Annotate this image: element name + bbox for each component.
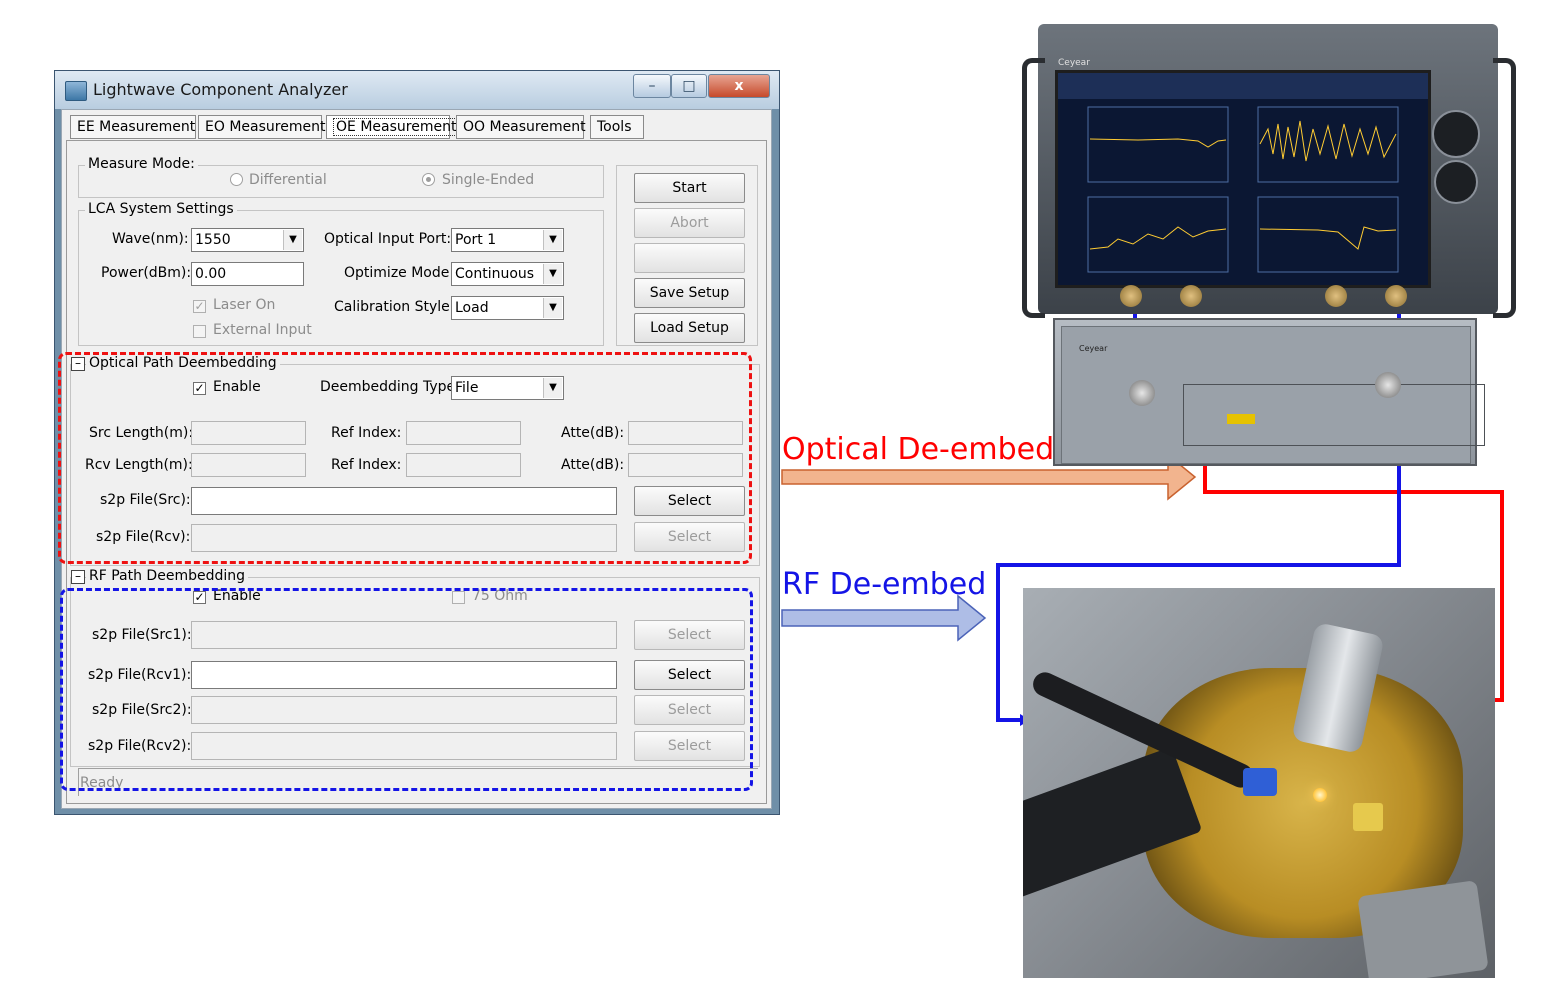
stage-arm [1357,880,1489,978]
rf-deembed-caption: RF De-embed [782,567,987,602]
keypad [1434,212,1474,284]
oe-indicator [1227,414,1255,424]
nav-pad [1434,160,1478,204]
oe-module-brand: Ceyear [1079,344,1108,353]
optical-deembed-caption: Optical De-embed [782,432,1055,467]
port-2 [1385,285,1407,307]
trace-pane-4 [1257,196,1399,273]
trace-pane-1 [1087,106,1229,183]
vna-screen [1055,70,1431,288]
vna-brand: Ceyear [1058,58,1090,68]
rf-arrow [781,594,987,642]
trace-line-2 [1259,120,1397,162]
trace-line-3 [1089,226,1227,250]
trace-pane-3 [1087,196,1229,273]
fiber-holder [1353,803,1383,831]
vna-instrument: Ceyear [1020,20,1516,320]
trace-line-4 [1259,226,1397,250]
probe-station-photo [1023,588,1495,978]
port-4 [1325,285,1347,307]
light-spot [1313,788,1327,802]
port-3 [1180,285,1202,307]
oe-rf-port [1129,380,1155,406]
rf-probe [1243,768,1277,796]
port-1 [1120,285,1142,307]
right-handle [1493,58,1516,318]
vna-toolbar [1058,73,1428,99]
oe-module: Ceyear [1053,318,1485,466]
oe-rf-port-2 [1375,372,1401,398]
trace-line-1 [1089,138,1227,148]
trace-pane-2 [1257,106,1399,183]
left-handle [1022,58,1045,318]
vna-traces [1087,106,1399,273]
rotary-knob [1432,110,1480,158]
